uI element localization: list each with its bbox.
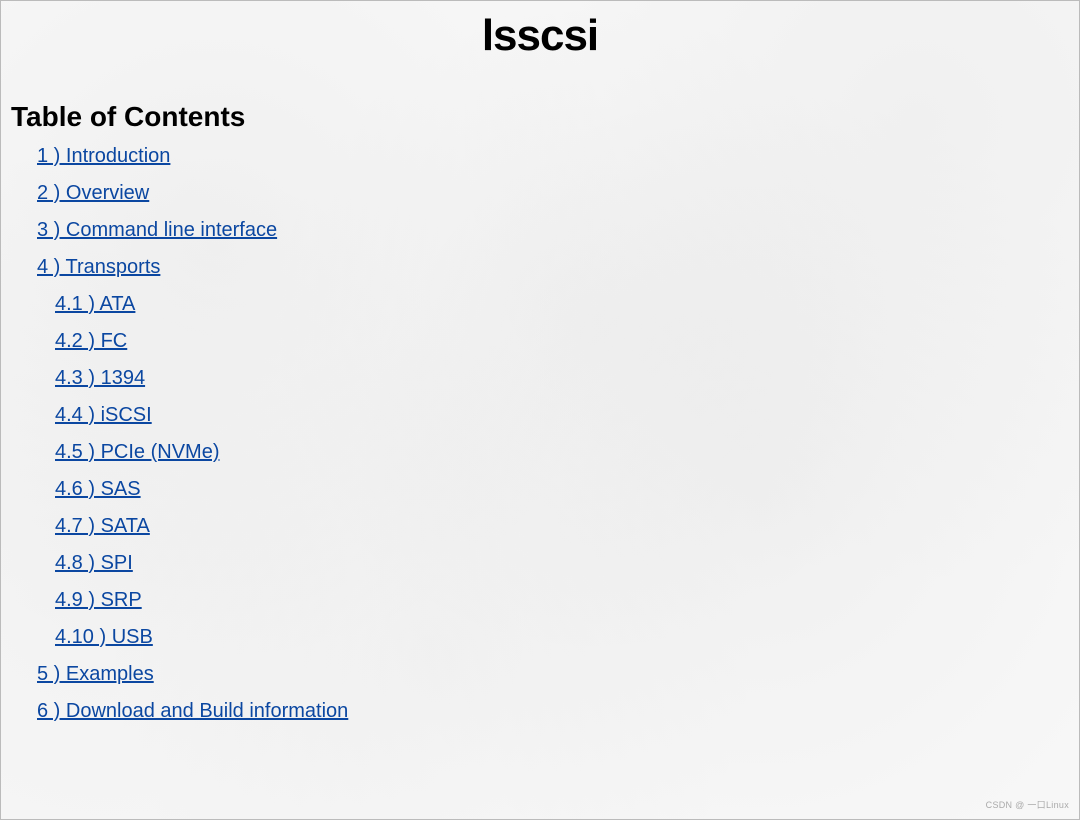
- toc-link-fc[interactable]: 4.2 ) FC: [55, 330, 127, 352]
- toc-subitem-sata: 4.7 ) SATA: [55, 515, 1079, 538]
- toc-subitem-1394: 4.3 ) 1394: [55, 367, 1079, 390]
- toc-subitem-srp: 4.9 ) SRP: [55, 589, 1079, 612]
- toc-link-sata[interactable]: 4.7 ) SATA: [55, 515, 150, 537]
- toc-link-introduction[interactable]: 1 ) Introduction: [37, 145, 170, 167]
- toc-link-iscsi[interactable]: 4.4 ) iSCSI: [55, 404, 152, 426]
- toc-item-transports: 4 ) Transports 4.1 ) ATA 4.2 ) FC 4.3 ) …: [37, 256, 1079, 649]
- toc-link-download[interactable]: 6 ) Download and Build information: [37, 700, 348, 722]
- toc-subitem-fc: 4.2 ) FC: [55, 330, 1079, 353]
- toc-link-srp[interactable]: 4.9 ) SRP: [55, 589, 142, 611]
- toc-link-pcie[interactable]: 4.5 ) PCIe (NVMe): [55, 441, 219, 463]
- toc-item-cli: 3 ) Command line interface: [37, 219, 1079, 242]
- toc-subitem-spi: 4.8 ) SPI: [55, 552, 1079, 575]
- toc-link-transports[interactable]: 4 ) Transports: [37, 256, 160, 278]
- toc-item-examples: 5 ) Examples: [37, 663, 1079, 686]
- watermark: CSDN @ 一口Linux: [986, 798, 1069, 811]
- toc-subitem-pcie: 4.5 ) PCIe (NVMe): [55, 441, 1079, 464]
- toc-link-overview[interactable]: 2 ) Overview: [37, 182, 149, 204]
- toc-link-sas[interactable]: 4.6 ) SAS: [55, 478, 141, 500]
- toc-subitem-sas: 4.6 ) SAS: [55, 478, 1079, 501]
- toc-subitem-usb: 4.10 ) USB: [55, 626, 1079, 649]
- toc-link-ata[interactable]: 4.1 ) ATA: [55, 293, 135, 315]
- toc-link-usb[interactable]: 4.10 ) USB: [55, 626, 153, 648]
- toc-list: 1 ) Introduction 2 ) Overview 3 ) Comman…: [1, 145, 1079, 723]
- toc-item-overview: 2 ) Overview: [37, 182, 1079, 205]
- toc-heading: Table of Contents: [1, 101, 1079, 145]
- toc-sublist-transports: 4.1 ) ATA 4.2 ) FC 4.3 ) 1394 4.4 ) iSCS…: [37, 293, 1079, 649]
- toc-subitem-ata: 4.1 ) ATA: [55, 293, 1079, 316]
- toc-link-examples[interactable]: 5 ) Examples: [37, 663, 154, 685]
- page-title: lsscsi: [1, 1, 1079, 101]
- toc-link-1394[interactable]: 4.3 ) 1394: [55, 367, 145, 389]
- toc-item-introduction: 1 ) Introduction: [37, 145, 1079, 168]
- toc-link-cli[interactable]: 3 ) Command line interface: [37, 219, 277, 241]
- toc-item-download: 6 ) Download and Build information: [37, 700, 1079, 723]
- toc-link-spi[interactable]: 4.8 ) SPI: [55, 552, 133, 574]
- toc-subitem-iscsi: 4.4 ) iSCSI: [55, 404, 1079, 427]
